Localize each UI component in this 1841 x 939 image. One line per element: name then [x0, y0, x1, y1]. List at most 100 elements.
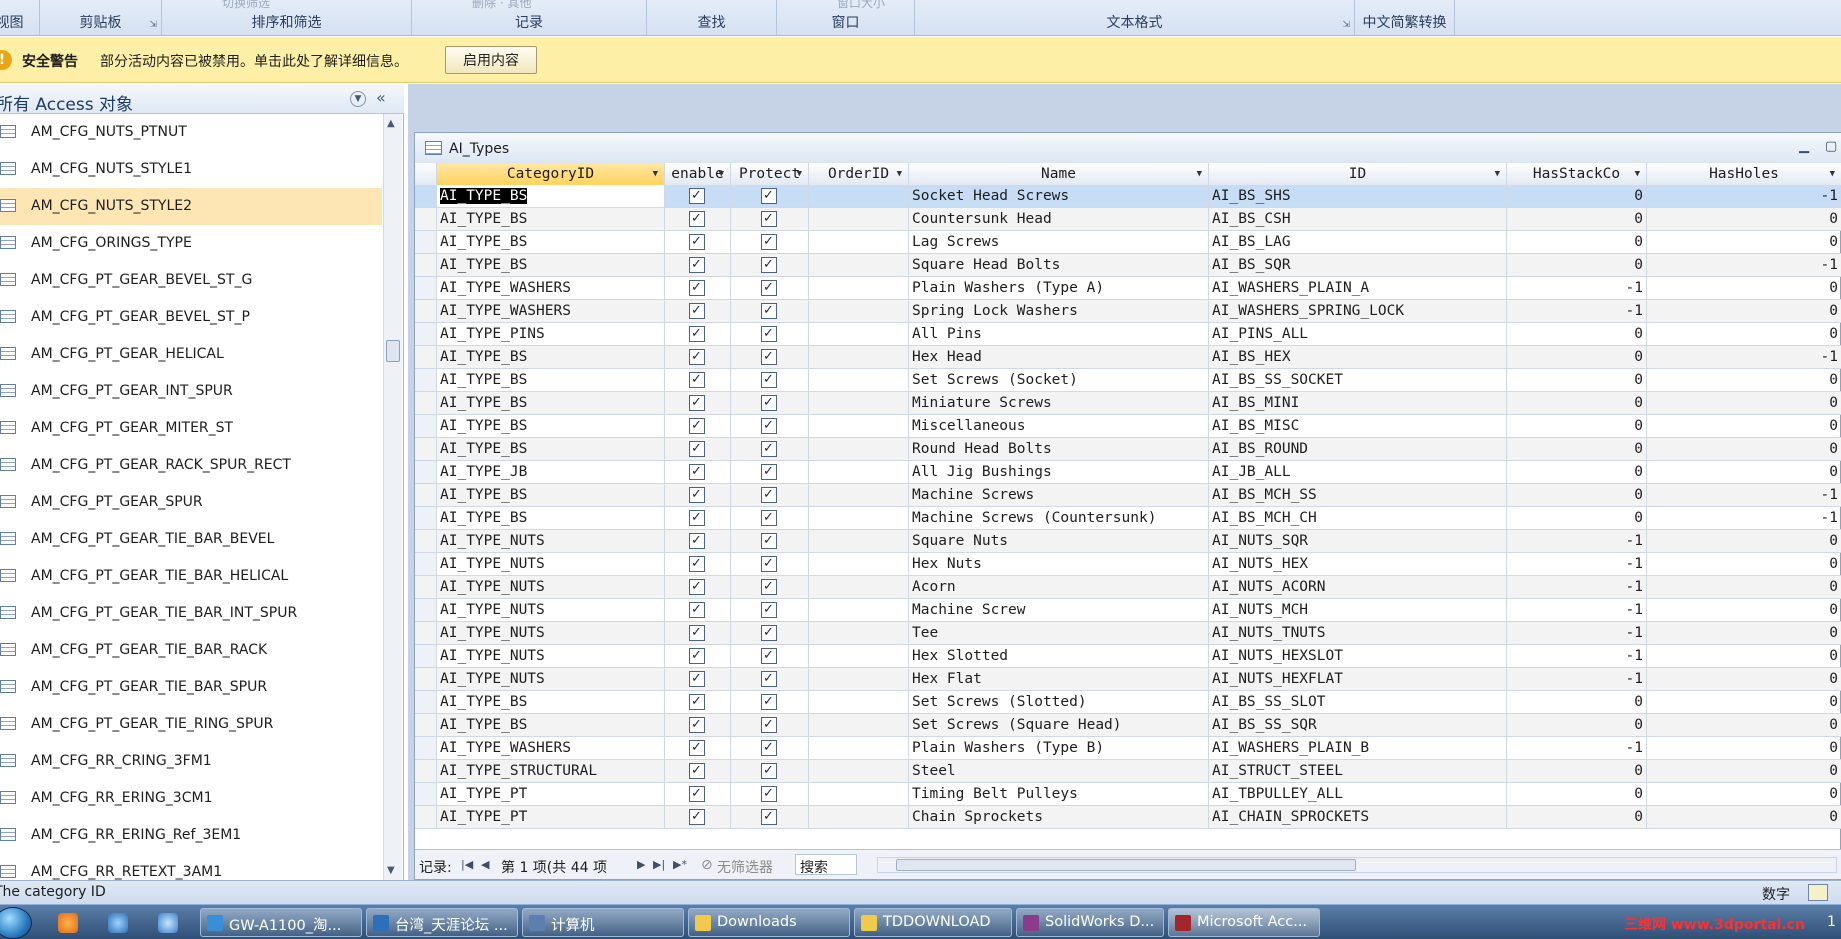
table-cell[interactable] — [809, 737, 909, 760]
table-cell[interactable]: AI_TYPE_NUTS — [437, 553, 665, 576]
table-cell[interactable]: AI_TYPE_BS — [437, 484, 665, 507]
table-cell[interactable]: AI_TYPE_NUTS — [437, 668, 665, 691]
table-cell[interactable]: -1 — [1507, 737, 1647, 760]
table-cell[interactable]: Chain Sprockets — [909, 806, 1209, 829]
table-cell[interactable]: Machine Screws (Countersunk) — [909, 507, 1209, 530]
table-cell[interactable]: AI_BS_SS_SOCKET — [1209, 369, 1507, 392]
table-cell[interactable]: ✓ — [731, 231, 809, 254]
checkbox[interactable]: ✓ — [688, 487, 705, 503]
table-cell[interactable]: ✓ — [665, 806, 731, 829]
nav-item[interactable]: AM_CFG_PT_GEAR_SPUR — [0, 484, 382, 521]
table-cell[interactable]: AI_WASHERS_PLAIN_A — [1209, 277, 1507, 300]
table-cell[interactable]: AI_TYPE_NUTS — [437, 645, 665, 668]
table-cell[interactable]: AI_NUTS_HEXFLAT — [1209, 668, 1507, 691]
table-cell[interactable]: 0 — [1647, 415, 1841, 438]
record-selector[interactable] — [415, 185, 437, 208]
column-filter-icon[interactable]: ▼ — [1830, 163, 1835, 185]
checkbox[interactable]: ✓ — [760, 786, 777, 802]
table-cell[interactable]: 0 — [1647, 783, 1841, 806]
record-selector[interactable] — [415, 231, 437, 254]
table-row[interactable]: AI_TYPE_BS ✓ ✓ Set Screws (Socket) AI_BS_SS_… — [415, 369, 1841, 392]
table-row[interactable]: AI_TYPE_BS ✓ ✓ Square Head Bolts AI_BS_SQR 0 -… — [415, 254, 1841, 277]
table-row[interactable]: AI_TYPE_NUTS ✓ ✓ Machine Screw AI_NUTS_MCH -1… — [415, 599, 1841, 622]
table-cell[interactable]: ✓ — [731, 714, 809, 737]
checkbox[interactable]: ✓ — [760, 648, 777, 664]
table-cell[interactable]: 0 — [1507, 484, 1647, 507]
last-record-icon[interactable]: ▶| — [653, 858, 665, 871]
table-cell[interactable]: 0 — [1507, 231, 1647, 254]
checkbox[interactable]: ✓ — [760, 763, 777, 779]
enable-content-button[interactable]: 启用内容 — [445, 46, 537, 74]
table-cell[interactable]: AI_TYPE_BS — [437, 392, 665, 415]
checkbox[interactable]: ✓ — [760, 464, 777, 480]
table-cell[interactable]: ✓ — [731, 323, 809, 346]
table-cell[interactable]: ✓ — [665, 760, 731, 783]
table-cell[interactable] — [809, 369, 909, 392]
table-cell[interactable]: 0 — [1647, 461, 1841, 484]
table-cell[interactable]: ✓ — [731, 208, 809, 231]
table-cell[interactable]: AI_TYPE_NUTS — [437, 599, 665, 622]
scroll-down-icon[interactable]: ▼ — [387, 865, 395, 876]
checkbox[interactable]: ✓ — [760, 533, 777, 549]
table-cell[interactable] — [809, 507, 909, 530]
table-cell[interactable]: 0 — [1507, 369, 1647, 392]
record-selector[interactable] — [415, 415, 437, 438]
table-cell[interactable]: Hex Slotted — [909, 645, 1209, 668]
table-cell[interactable] — [809, 392, 909, 415]
table-cell[interactable]: ✓ — [731, 783, 809, 806]
column-filter-icon[interactable]: ▼ — [1495, 163, 1500, 185]
checkbox[interactable]: ✓ — [688, 740, 705, 756]
table-cell[interactable]: AI_BS_ROUND — [1209, 438, 1507, 461]
checkbox[interactable]: ✓ — [760, 441, 777, 457]
column-header[interactable]: HasStackCo ▼ — [1507, 163, 1647, 186]
table-cell[interactable] — [809, 323, 909, 346]
taskbar-button[interactable]: 台湾_天涯论坛 ... — [366, 908, 518, 937]
column-header[interactable]: CategoryID ▼ — [437, 163, 665, 186]
column-filter-icon[interactable]: ▼ — [897, 163, 902, 185]
checkbox[interactable]: ✓ — [760, 510, 777, 526]
table-row[interactable]: AI_TYPE_NUTS ✓ ✓ Acorn AI_NUTS_ACORN -1 0 — [415, 576, 1841, 599]
table-cell[interactable]: 0 — [1507, 783, 1647, 806]
checkbox[interactable]: ✓ — [760, 671, 777, 687]
table-cell[interactable]: AI_NUTS_ACORN — [1209, 576, 1507, 599]
table-cell[interactable] — [809, 622, 909, 645]
table-cell[interactable]: 0 — [1507, 507, 1647, 530]
table-cell[interactable]: ✓ — [731, 691, 809, 714]
nav-item[interactable]: AM_CFG_RR_ERING_3CM1 — [0, 780, 382, 817]
checkbox[interactable]: ✓ — [760, 303, 777, 319]
record-selector[interactable] — [415, 438, 437, 461]
filter-icon[interactable]: ⊘ — [701, 857, 713, 873]
table-cell[interactable]: Set Screws (Slotted) — [909, 691, 1209, 714]
table-cell[interactable]: 0 — [1647, 622, 1841, 645]
table-cell[interactable]: AI_TYPE_BS — [437, 714, 665, 737]
table-cell[interactable]: ✓ — [665, 323, 731, 346]
table-cell[interactable]: Hex Nuts — [909, 553, 1209, 576]
table-cell[interactable] — [809, 231, 909, 254]
table-cell[interactable]: AI_TYPE_NUTS — [437, 530, 665, 553]
record-selector[interactable] — [415, 806, 437, 829]
table-cell[interactable]: ✓ — [731, 760, 809, 783]
table-cell[interactable]: ✓ — [731, 484, 809, 507]
media-player-icon[interactable] — [58, 913, 78, 933]
checkbox[interactable]: ✓ — [688, 694, 705, 710]
table-cell[interactable]: All Pins — [909, 323, 1209, 346]
column-header[interactable]: OrderID ▼ — [809, 163, 909, 186]
restore-icon[interactable]: ▢ — [1825, 139, 1837, 154]
table-cell[interactable]: -1 — [1507, 576, 1647, 599]
table-cell[interactable] — [809, 576, 909, 599]
table-cell[interactable] — [809, 254, 909, 277]
nav-item[interactable]: AM_CFG_PT_GEAR_INT_SPUR — [0, 373, 382, 410]
table-cell[interactable]: ✓ — [665, 668, 731, 691]
table-cell[interactable]: Socket Head Screws — [909, 185, 1209, 208]
table-cell[interactable]: ✓ — [665, 438, 731, 461]
table-cell[interactable]: AI_BS_SS_SQR — [1209, 714, 1507, 737]
table-row[interactable]: AI_TYPE_BS ✓ ✓ Lag Screws AI_BS_LAG 0 0 — [415, 231, 1841, 254]
checkbox[interactable]: ✓ — [688, 602, 705, 618]
first-record-icon[interactable]: |◀ — [461, 858, 473, 871]
checkbox[interactable]: ✓ — [688, 625, 705, 641]
checkbox[interactable]: ✓ — [760, 211, 777, 227]
table-cell[interactable] — [809, 185, 909, 208]
table-cell[interactable]: AI_TYPE_PINS — [437, 323, 665, 346]
table-cell[interactable]: Countersunk Head — [909, 208, 1209, 231]
table-cell[interactable]: ✓ — [731, 277, 809, 300]
